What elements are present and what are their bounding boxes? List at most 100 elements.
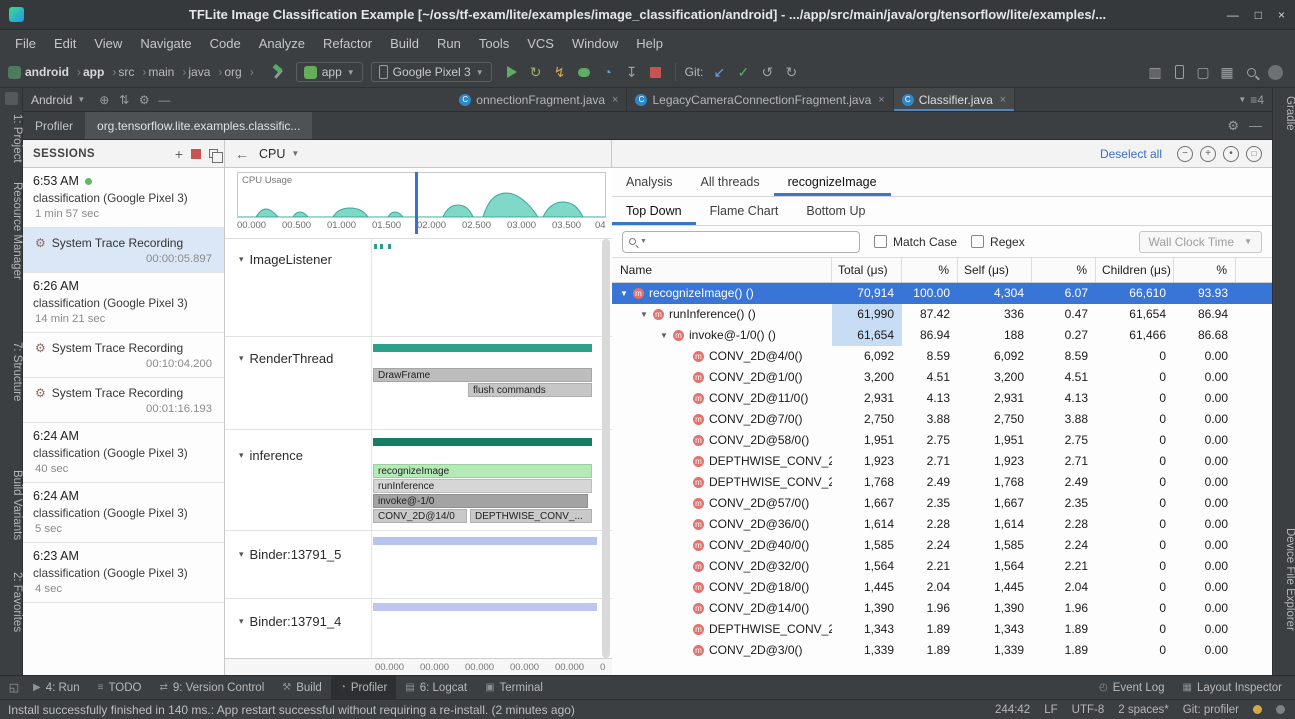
session-item[interactable]: 6:26 AM classification (Google Pixel 3) … [23, 273, 224, 333]
tool-window-button-favorites[interactable]: 2: Favorites [0, 570, 23, 632]
thread-track-binder5[interactable]: ▾ Binder:13791_5 [225, 531, 612, 599]
tool-window-button-structure[interactable]: 7: Structure [0, 340, 23, 401]
table-row[interactable]: ▼ m CONV_2D@1/0() 3,200 4.51 3,200 4.51 … [612, 367, 1272, 388]
column-header-total[interactable]: Total (μs) [832, 258, 902, 282]
editor-tab[interactable]: C onnectionFragment.java × [451, 88, 627, 111]
tool-window-button-resource-manager[interactable]: Resource Manager [0, 180, 23, 280]
thread-track-renderthread[interactable]: ▾ RenderThread DrawFrame flush commands [225, 337, 612, 430]
profiler-tab[interactable]: org.tensorflow.lite.examples.classific..… [85, 112, 312, 139]
stripe-button-terminal[interactable]: ▣ Terminal [476, 676, 552, 699]
breadcrumb-item[interactable]: java › [188, 65, 222, 79]
status-widget[interactable]: LF [1044, 704, 1057, 716]
collapse-icon[interactable]: ▾ [239, 450, 244, 461]
thread-track-inference[interactable]: ▾ inference recognizeImage runInference … [225, 430, 612, 531]
analysis-tab[interactable]: recognizeImage [774, 168, 891, 196]
profiler-view-select[interactable]: CPU ▼ [259, 147, 299, 161]
checkbox-icon[interactable] [971, 235, 984, 248]
menu-item[interactable]: View [85, 30, 131, 57]
menu-item[interactable]: Edit [45, 30, 85, 57]
maximize-icon[interactable]: □ [1255, 8, 1262, 22]
vertical-scrollbar[interactable] [602, 239, 610, 658]
breadcrumb-item[interactable]: org › [224, 65, 253, 79]
analysis-tab[interactable]: Analysis [612, 168, 687, 196]
thread-label[interactable]: ▾ inference [239, 448, 303, 463]
regex-checkbox[interactable]: Regex [971, 235, 1025, 249]
table-row[interactable]: ▼ m CONV_2D@3/0() 1,339 1.89 1,339 1.89 … [612, 640, 1272, 661]
table-row[interactable]: ▼ m CONV_2D@18/0() 1,445 2.04 1,445 2.04… [612, 577, 1272, 598]
expand-sessions-icon[interactable] [209, 149, 218, 158]
menu-item[interactable]: Window [563, 30, 627, 57]
close-tab-icon[interactable]: × [1000, 94, 1006, 106]
session-item[interactable]: System Trace Recording ⚙ System Trace Re… [23, 378, 224, 423]
session-item[interactable]: 6:24 AM classification (Google Pixel 3) … [23, 483, 224, 543]
table-row[interactable]: ▼ m CONV_2D@4/0() 6,092 8.59 6,092 8.59 … [612, 346, 1272, 367]
hidden-tabs-indicator[interactable]: ≡4 [1250, 93, 1264, 107]
status-widget[interactable]: 244:42 [995, 704, 1030, 716]
collapse-icon[interactable]: ▾ [239, 254, 244, 265]
attach-debugger-button[interactable]: ↧ [621, 61, 643, 83]
thread-track-binder4[interactable]: ▾ Binder:13791_4 [225, 599, 612, 658]
run-configuration-select[interactable]: app ▼ [296, 62, 363, 82]
column-header-total-pct[interactable]: % [902, 258, 958, 282]
cpu-usage-chart[interactable]: CPU Usage 00.000 00.500 01.000 01.500 02… [225, 168, 612, 238]
analysis-subtab[interactable]: Top Down [612, 197, 696, 225]
table-row[interactable]: ▼ m CONV_2D@36/0() 1,614 2.28 1,614 2.28… [612, 514, 1272, 535]
tool-window-button-project[interactable]: 1: Project [0, 112, 23, 163]
trace-span[interactable]: runInference [373, 479, 592, 493]
zoom-to-selection-icon[interactable]: □ [1246, 146, 1262, 162]
expand-arrow-icon[interactable]: ▼ [660, 325, 673, 346]
git-update-button[interactable]: ↙ [708, 61, 730, 83]
trace-span[interactable]: DrawFrame [373, 368, 592, 382]
stripe-button-event-log[interactable]: ◴ Event Log [1090, 676, 1174, 699]
run-button[interactable] [501, 61, 523, 83]
project-icon[interactable] [5, 92, 18, 105]
scroll-sync-icon[interactable]: ⇅ [115, 93, 133, 107]
close-tab-icon[interactable]: × [878, 94, 884, 106]
search-box[interactable]: ▼ [622, 231, 860, 253]
stripe-button-todo[interactable]: ≡ TODO [89, 676, 151, 699]
menu-item[interactable]: File [6, 30, 45, 57]
build-hammer-icon[interactable] [270, 64, 286, 80]
match-case-checkbox[interactable]: Match Case [874, 235, 957, 249]
stripe-button-layout-inspector[interactable]: ▦ Layout Inspector [1174, 676, 1291, 699]
menu-item[interactable]: Code [201, 30, 250, 57]
close-tab-icon[interactable]: × [612, 94, 618, 106]
search-everywhere-icon[interactable] [1240, 61, 1262, 83]
breadcrumb-item[interactable]: main › [148, 65, 186, 79]
stripe-button-profiler[interactable]: ◔ Profiler [331, 676, 396, 699]
close-icon[interactable]: × [1278, 8, 1285, 22]
collapse-icon[interactable]: ▾ [239, 353, 244, 364]
sdk-manager-icon[interactable]: ▦ [1216, 61, 1238, 83]
table-row[interactable]: ▼ m CONV_2D@7/0() 2,750 3.88 2,750 3.88 … [612, 409, 1272, 430]
menu-item[interactable]: Analyze [250, 30, 314, 57]
column-header-children[interactable]: Children (μs) [1096, 258, 1174, 282]
zoom-out-icon[interactable]: − [1177, 146, 1193, 162]
timeline-seek-line[interactable] [415, 172, 418, 234]
tool-window-button-build-variants[interactable]: Build Variants [0, 468, 23, 540]
profile-button[interactable]: ◔ [597, 61, 619, 83]
status-widget[interactable]: Git: profiler [1183, 704, 1239, 716]
deselect-all-link[interactable]: Deselect all [1100, 147, 1162, 161]
table-row[interactable]: ▼ m DEPTHWISE_CONV_2D@... 1,768 2.49 1,7… [612, 472, 1272, 493]
hide-tool-window-icon[interactable]: — [1249, 118, 1262, 133]
clock-mode-select[interactable]: Wall Clock Time ▼ [1139, 231, 1263, 253]
column-header-children-pct[interactable]: % [1174, 258, 1236, 282]
menu-item[interactable]: VCS [518, 30, 563, 57]
menu-item[interactable]: Build [381, 30, 428, 57]
thread-track-imagelistener[interactable]: ▾ ImageListener [225, 239, 612, 337]
add-session-icon[interactable]: + [175, 147, 183, 161]
device-manager-icon[interactable] [1168, 61, 1190, 83]
thread-label[interactable]: ▾ ImageListener [239, 252, 332, 267]
minimize-icon[interactable]: — [1227, 8, 1239, 22]
breadcrumb-item[interactable]: src › [118, 65, 146, 79]
profiler-tab[interactable]: Profiler [23, 112, 85, 139]
collapse-icon[interactable]: ▾ [239, 549, 244, 560]
zoom-in-icon[interactable]: + [1200, 146, 1216, 162]
table-row[interactable]: ▼ m CONV_2D@58/0() 1,951 2.75 1,951 2.75… [612, 430, 1272, 451]
editor-tab[interactable]: C Classifier.java × [894, 88, 1015, 111]
table-row[interactable]: ▼ m recognizeImage() () 70,914 100.00 4,… [612, 283, 1272, 304]
session-item[interactable]: 6:24 AM classification (Google Pixel 3) … [23, 423, 224, 483]
profile-avatar[interactable] [1264, 61, 1286, 83]
tool-window-button-gradle[interactable]: Gradle [1273, 94, 1295, 131]
stripe-button-run[interactable]: ▶ 4: Run [24, 676, 89, 699]
